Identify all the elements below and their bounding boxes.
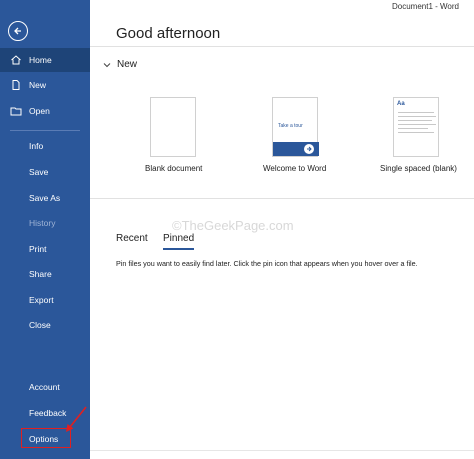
sidebar-item-save[interactable]: Save [0, 160, 90, 184]
template-single-spaced[interactable]: Aa [393, 97, 439, 157]
sidebar-item-label: Print [29, 244, 47, 254]
active-tab-indicator [163, 248, 194, 250]
sidebar-item-label: History [29, 218, 56, 228]
sidebar-item-label: Account [29, 382, 60, 392]
template-caption: Welcome to Word [263, 164, 327, 173]
tab-recent[interactable]: Recent [116, 233, 148, 244]
sidebar-item-label: Home [29, 55, 52, 65]
take-a-tour-text: Take a tour [278, 123, 303, 129]
folder-open-icon [10, 107, 22, 116]
template-welcome-to-word[interactable]: Take a tour [272, 97, 319, 157]
sidebar-item-label: Export [29, 295, 54, 305]
sidebar-item-history: History [0, 211, 90, 235]
template-blank-document[interactable] [150, 97, 196, 157]
new-section-label: New [117, 59, 138, 70]
back-button[interactable] [8, 21, 28, 41]
sidebar-item-print[interactable]: Print [0, 237, 90, 261]
sidebar-item-export[interactable]: Export [0, 288, 90, 312]
bottom-divider [90, 450, 474, 451]
sidebar-item-label: Open [29, 106, 50, 116]
arrow-right-icon [304, 144, 314, 154]
chevron-down-icon [103, 62, 111, 67]
sidebar-item-info[interactable]: Info [0, 134, 90, 158]
sidebar-item-label: Close [29, 320, 51, 330]
sidebar-item-open[interactable]: Open [0, 99, 90, 123]
template-caption: Blank document [145, 164, 203, 173]
template-thumbnail: Aa [393, 97, 439, 157]
header-divider [90, 46, 474, 47]
tab-pinned[interactable]: Pinned [163, 233, 194, 244]
sidebar-divider [10, 130, 80, 131]
arrow-left-icon [14, 27, 21, 35]
window-title: Document1 - Word [392, 2, 459, 11]
sidebar-item-save-as[interactable]: Save As [0, 186, 90, 210]
sidebar-item-label: New [29, 80, 47, 90]
home-icon [11, 55, 21, 65]
sidebar-item-close[interactable]: Close [0, 313, 90, 337]
new-section-header[interactable]: New [103, 59, 137, 70]
section-divider [90, 198, 474, 199]
template-thumbnail: Take a tour [272, 97, 319, 157]
sidebar-item-new[interactable]: New [0, 73, 90, 97]
pointer-arrow-icon [66, 406, 87, 432]
template-thumbnail [150, 97, 196, 157]
greeting-title: Good afternoon [116, 25, 221, 42]
new-document-icon [12, 80, 20, 90]
sidebar-item-label: Save [29, 167, 49, 177]
sidebar-item-label: Feedback [29, 408, 67, 418]
template-caption: Single spaced (blank) [380, 164, 457, 173]
sidebar-item-home[interactable]: Home [0, 48, 90, 72]
watermark-text: ©TheGeekPage.com [172, 218, 294, 233]
backstage-sidebar: Home New Open Info Save Save As History … [0, 0, 90, 459]
sidebar-item-label: Info [29, 141, 44, 151]
sidebar-item-label: Save As [29, 193, 61, 203]
sidebar-item-share[interactable]: Share [0, 262, 90, 286]
pinned-empty-message: Pin files you want to easily find later.… [116, 259, 418, 268]
sidebar-item-account[interactable]: Account [0, 375, 90, 399]
template-aa-text: Aa [397, 101, 405, 107]
sidebar-item-label: Share [29, 269, 52, 279]
